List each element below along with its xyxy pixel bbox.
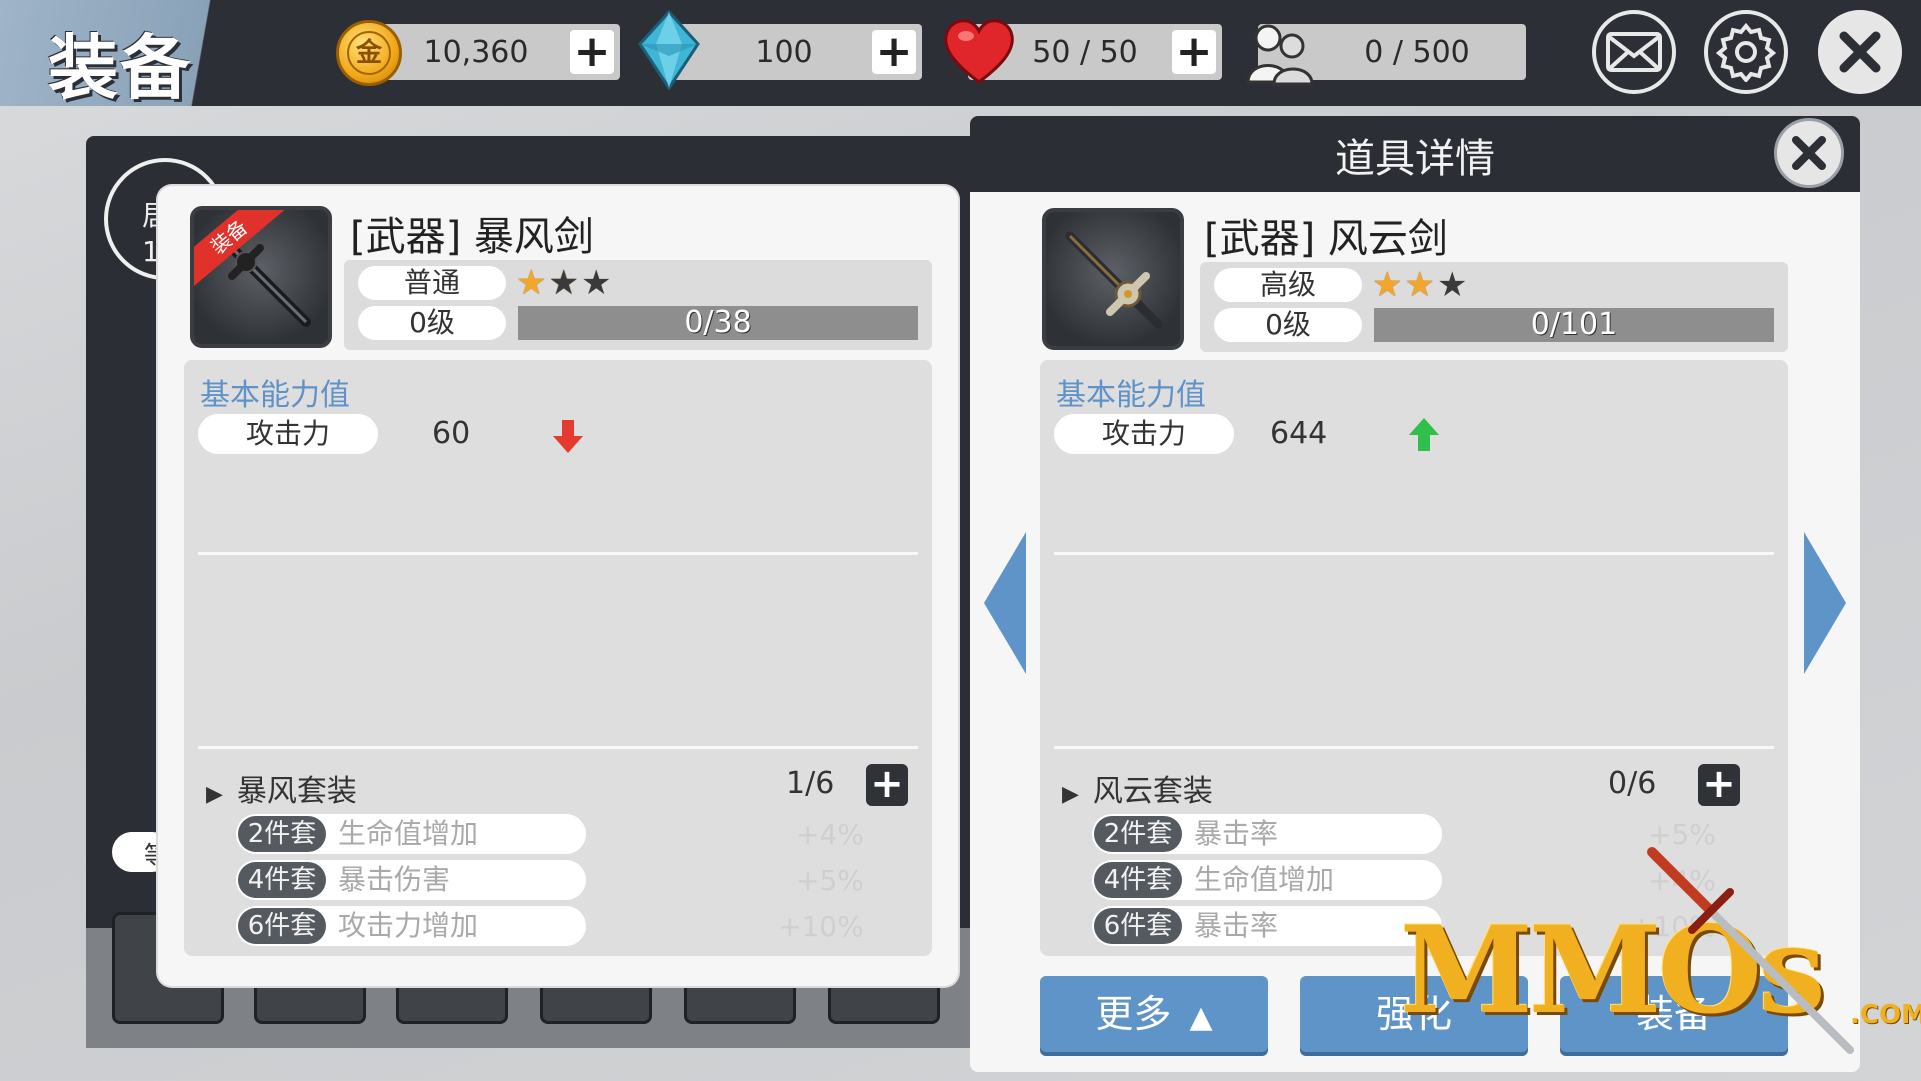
close-screen-button[interactable] bbox=[1818, 10, 1902, 94]
equipped-rarity: 普通 bbox=[358, 266, 506, 300]
detail-exp-bar: 0/101 bbox=[1374, 308, 1774, 342]
star-empty-icon: ★ bbox=[1436, 265, 1470, 305]
detail-stat-name: 攻击力 bbox=[1054, 414, 1234, 454]
mail-icon bbox=[1606, 32, 1662, 72]
watermark-sword-icon bbox=[1647, 847, 1854, 1054]
set-bonus-value: +10% bbox=[778, 910, 864, 943]
set-bonus-effect: 暴击率 bbox=[1194, 909, 1279, 942]
detail-star-rating: ★★★ bbox=[1372, 268, 1469, 302]
detail-set-name: 风云套装 bbox=[1092, 774, 1213, 809]
mail-button[interactable] bbox=[1592, 10, 1676, 94]
friends-icon bbox=[1246, 24, 1314, 86]
close-detail-button[interactable] bbox=[1774, 118, 1844, 188]
stats-divider bbox=[198, 552, 918, 555]
equipped-set-bonus-row: 2件套 生命值增加 bbox=[236, 814, 586, 854]
star-filled-icon: ★ bbox=[548, 263, 581, 303]
gold-coin-icon: 金 bbox=[336, 20, 402, 86]
add-gold-button[interactable]: + bbox=[570, 30, 614, 74]
equipped-set-expand-button[interactable]: + bbox=[866, 764, 908, 806]
set-bonus-value: +5% bbox=[796, 864, 864, 897]
detail-set-count: 0/6 bbox=[1608, 766, 1657, 801]
set-pieces-badge: 4件套 bbox=[238, 862, 326, 898]
sword-icon bbox=[1065, 231, 1163, 329]
more-button[interactable]: 更多 ▲ bbox=[1040, 976, 1268, 1052]
star-filled-icon: ★ bbox=[1404, 265, 1437, 305]
set-pieces-badge: 2件套 bbox=[238, 816, 326, 852]
equipped-star-rating: ★★★ bbox=[516, 266, 613, 300]
detail-set-toggle[interactable]: ▶ 风云套装 bbox=[1062, 766, 1213, 810]
detail-rarity: 高级 bbox=[1214, 268, 1362, 302]
red-heart-icon bbox=[944, 19, 1014, 84]
star-filled-icon: ★ bbox=[1372, 265, 1405, 305]
set-divider bbox=[1054, 746, 1774, 749]
equipped-exp-bar: 0/38 bbox=[518, 306, 918, 340]
triangle-up-icon: ▲ bbox=[1189, 1000, 1213, 1035]
detail-level: 0级 bbox=[1214, 308, 1362, 342]
equipped-set-name: 暴风套装 bbox=[236, 774, 357, 809]
close-icon bbox=[1839, 31, 1881, 73]
stat-up-arrow-icon bbox=[1409, 418, 1439, 451]
stat-down-arrow-icon bbox=[553, 420, 583, 453]
equipped-set-bonus-row: 4件套 暴击伤害 bbox=[236, 860, 586, 900]
set-bonus-effect: 暴击率 bbox=[1194, 817, 1279, 850]
equipped-set-count: 1/6 bbox=[786, 766, 835, 801]
set-bonus-value: +4% bbox=[796, 818, 864, 851]
blue-gem-icon bbox=[638, 10, 700, 90]
set-bonus-effect: 暴击伤害 bbox=[338, 863, 451, 896]
set-bonus-effect: 生命值增加 bbox=[1194, 863, 1335, 896]
star-filled-icon: ★ bbox=[516, 263, 549, 303]
set-pieces-badge: 6件套 bbox=[1094, 908, 1182, 944]
gem-counter: 100 + bbox=[666, 24, 922, 80]
next-item-arrow[interactable] bbox=[1800, 528, 1850, 678]
mmos-watermark-suffix: .COM bbox=[1850, 1000, 1921, 1030]
more-button-label: 更多 bbox=[1095, 992, 1172, 1036]
set-pieces-badge: 4件套 bbox=[1094, 862, 1182, 898]
set-pieces-badge: 2件套 bbox=[1094, 816, 1182, 852]
set-bonus-effect: 生命值增加 bbox=[338, 817, 479, 850]
detail-set-bonus-row: 6件套 暴击率 bbox=[1092, 906, 1442, 946]
triangle-right-icon: ▶ bbox=[1062, 782, 1079, 807]
equipped-set-toggle[interactable]: ▶ 暴风套装 bbox=[206, 766, 357, 810]
detail-item-name: [武器] 风云剑 bbox=[1204, 216, 1448, 262]
close-icon bbox=[1792, 136, 1826, 170]
set-bonus-effect: 攻击力增加 bbox=[338, 909, 479, 942]
add-stamina-button[interactable]: + bbox=[1172, 30, 1216, 74]
equipped-set-bonus-row: 6件套 攻击力增加 bbox=[236, 906, 586, 946]
set-divider bbox=[198, 746, 918, 749]
detail-set-bonus-row: 2件套 暴击率 bbox=[1092, 814, 1442, 854]
gold-coin-char: 金 bbox=[347, 31, 391, 75]
item-detail-header: 道具详情 bbox=[970, 116, 1860, 192]
equipped-stat-name: 攻击力 bbox=[198, 414, 378, 454]
add-gem-button[interactable]: + bbox=[872, 30, 916, 74]
equipped-item-name: [武器] 暴风剑 bbox=[350, 214, 594, 260]
equipped-section-label: 基本能力值 bbox=[200, 378, 350, 413]
detail-section-label: 基本能力值 bbox=[1056, 378, 1206, 413]
gold-counter: 10,360 + bbox=[368, 24, 620, 80]
item-detail-title: 道具详情 bbox=[1335, 136, 1495, 182]
detail-set-bonus-row: 4件套 生命值增加 bbox=[1092, 860, 1442, 900]
star-empty-icon: ★ bbox=[580, 263, 614, 303]
detail-stat-value: 644 bbox=[1270, 416, 1328, 451]
equipped-stat-value: 60 bbox=[432, 416, 471, 451]
detail-set-expand-button[interactable]: + bbox=[1698, 764, 1740, 806]
triangle-right-icon: ▶ bbox=[206, 782, 223, 807]
page-title: 装备 bbox=[48, 27, 192, 109]
equipped-level: 0级 bbox=[358, 306, 506, 340]
detail-weapon-icon bbox=[1042, 208, 1184, 350]
settings-button[interactable] bbox=[1704, 10, 1788, 94]
stats-divider bbox=[1054, 552, 1774, 555]
equipped-weapon-icon: 装备 bbox=[190, 206, 332, 348]
gear-icon bbox=[1716, 22, 1776, 82]
previous-item-arrow[interactable] bbox=[980, 528, 1030, 678]
set-pieces-badge: 6件套 bbox=[238, 908, 326, 944]
